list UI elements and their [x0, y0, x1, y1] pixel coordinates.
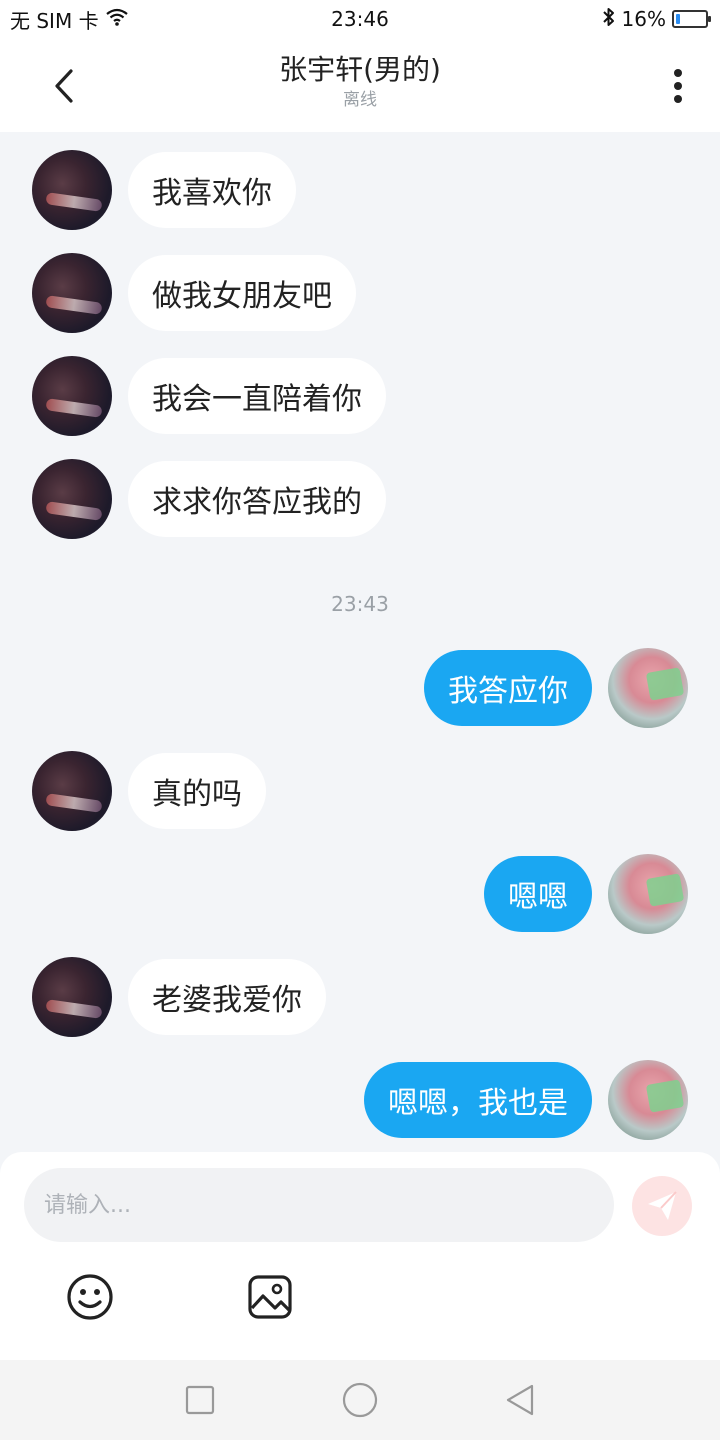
- send-button[interactable]: [632, 1176, 692, 1236]
- message-row-incoming: 老婆我爱你: [0, 957, 720, 1037]
- more-options-button[interactable]: [656, 62, 700, 110]
- message-bubble-incoming[interactable]: 我喜欢你: [128, 152, 296, 228]
- recents-square-icon: [185, 1385, 215, 1415]
- contact-name: 张宇轩(男的): [279, 53, 441, 86]
- message-input[interactable]: [24, 1168, 614, 1242]
- send-icon: [648, 1191, 677, 1220]
- battery-percent: 16%: [621, 7, 666, 31]
- more-vertical-icon: [674, 69, 682, 103]
- image-icon: [248, 1275, 292, 1319]
- battery-level: [676, 14, 680, 24]
- contact-avatar[interactable]: [32, 957, 112, 1037]
- contact-avatar[interactable]: [32, 150, 112, 230]
- emoji-icon: [67, 1274, 113, 1320]
- home-button[interactable]: [330, 1370, 390, 1430]
- message-row-incoming: 真的吗: [0, 751, 720, 831]
- message-row-incoming: 我喜欢你: [0, 150, 720, 230]
- system-nav-bar: [0, 1360, 720, 1440]
- my-avatar[interactable]: [608, 648, 688, 728]
- message-row-incoming: 求求你答应我的: [0, 459, 720, 539]
- message-row-outgoing: 嗯嗯: [0, 854, 720, 934]
- battery-icon: [672, 10, 711, 28]
- message-row-outgoing: 我答应你: [0, 648, 720, 728]
- message-bubble-incoming[interactable]: 我会一直陪着你: [128, 358, 386, 434]
- message-row-outgoing: 嗯嗯，我也是: [0, 1060, 720, 1140]
- chat-header: 张宇轩(男的) 离线: [0, 38, 720, 132]
- emoji-button[interactable]: [65, 1272, 115, 1322]
- contact-avatar[interactable]: [32, 751, 112, 831]
- nav-back-button[interactable]: [490, 1370, 550, 1430]
- carrier-label: 无 SIM 卡: [10, 8, 99, 33]
- contact-avatar[interactable]: [32, 253, 112, 333]
- status-left: 无 SIM 卡: [10, 5, 129, 34]
- message-bubble-incoming[interactable]: 真的吗: [128, 753, 266, 829]
- composer-panel: [0, 1152, 720, 1360]
- title-area: 张宇轩(男的) 离线: [0, 52, 720, 112]
- recents-button[interactable]: [170, 1370, 230, 1430]
- message-list[interactable]: 我喜欢你 做我女朋友吧 我会一直陪着你 求求你答应我的 23:43 我答应你 真…: [0, 132, 720, 1152]
- message-row-incoming: 做我女朋友吧: [0, 253, 720, 333]
- status-right: 16%: [602, 7, 711, 32]
- contact-avatar[interactable]: [32, 459, 112, 539]
- bluetooth-icon: [602, 7, 616, 32]
- my-avatar[interactable]: [608, 854, 688, 934]
- wifi-icon: [105, 7, 129, 32]
- image-button[interactable]: [245, 1272, 295, 1322]
- contact-avatar[interactable]: [32, 356, 112, 436]
- message-bubble-incoming[interactable]: 做我女朋友吧: [128, 255, 356, 331]
- contact-status: 离线: [343, 90, 377, 110]
- message-row-incoming: 我会一直陪着你: [0, 356, 720, 436]
- home-circle-icon: [342, 1382, 378, 1418]
- status-bar: 无 SIM 卡 23:46 16%: [0, 0, 720, 38]
- message-bubble-incoming[interactable]: 老婆我爱你: [128, 959, 326, 1035]
- back-triangle-icon: [506, 1384, 534, 1416]
- message-bubble-outgoing[interactable]: 我答应你: [424, 650, 592, 726]
- message-bubble-outgoing[interactable]: 嗯嗯: [484, 856, 592, 932]
- message-bubble-incoming[interactable]: 求求你答应我的: [128, 461, 386, 537]
- message-bubble-outgoing[interactable]: 嗯嗯，我也是: [364, 1062, 592, 1138]
- message-timestamp: 23:43: [331, 592, 389, 616]
- my-avatar[interactable]: [608, 1060, 688, 1140]
